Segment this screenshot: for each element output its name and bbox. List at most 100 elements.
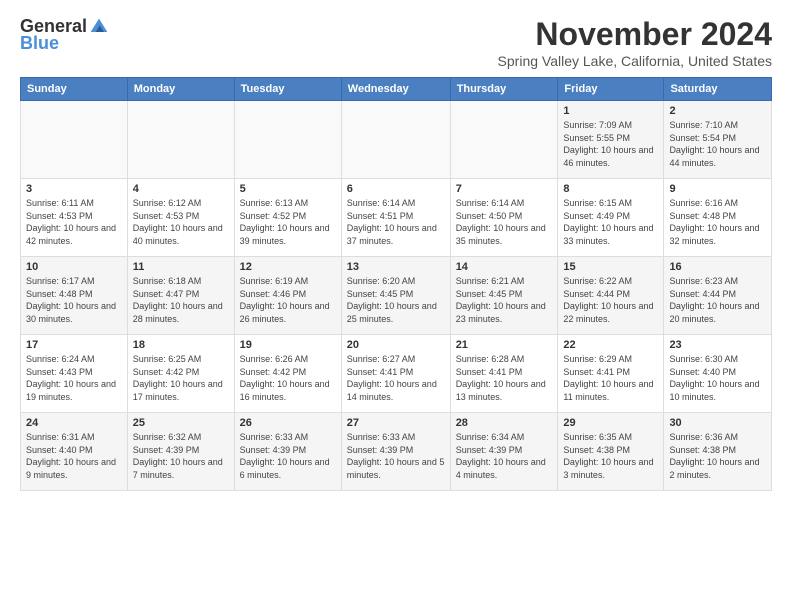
day-header-sunday: Sunday [21, 78, 128, 101]
calendar-cell: 11 Sunrise: 6:18 AM Sunset: 4:47 PM Dayli… [127, 257, 234, 335]
day-info: Sunrise: 6:17 AM Sunset: 4:48 PM Dayligh… [26, 276, 116, 324]
logo-icon [89, 17, 109, 37]
day-number: 22 [563, 339, 658, 351]
day-info: Sunrise: 6:19 AM Sunset: 4:46 PM Dayligh… [240, 276, 330, 324]
day-info: Sunrise: 6:32 AM Sunset: 4:39 PM Dayligh… [133, 432, 223, 480]
title-area: November 2024 Spring Valley Lake, Califo… [498, 16, 772, 69]
day-info: Sunrise: 6:26 AM Sunset: 4:42 PM Dayligh… [240, 354, 330, 402]
calendar-cell: 6 Sunrise: 6:14 AM Sunset: 4:51 PM Daylig… [341, 179, 450, 257]
calendar-cell: 29 Sunrise: 6:35 AM Sunset: 4:38 PM Dayli… [558, 413, 664, 491]
calendar-week-2: 3 Sunrise: 6:11 AM Sunset: 4:53 PM Daylig… [21, 179, 772, 257]
day-info: Sunrise: 6:22 AM Sunset: 4:44 PM Dayligh… [563, 276, 653, 324]
calendar-cell: 13Sunrise: 6:20 AM Sunset: 4:45 PM Dayli… [341, 257, 450, 335]
calendar-cell: 16 Sunrise: 6:23 AM Sunset: 4:44 PM Dayli… [664, 257, 772, 335]
day-info: Sunrise: 6:25 AM Sunset: 4:42 PM Dayligh… [133, 354, 223, 402]
calendar-cell: 23 Sunrise: 6:30 AM Sunset: 4:40 PM Dayli… [664, 335, 772, 413]
calendar-cell: 19 Sunrise: 6:26 AM Sunset: 4:42 PM Dayli… [234, 335, 341, 413]
day-info: Sunrise: 6:12 AM Sunset: 4:53 PM Dayligh… [133, 198, 223, 246]
day-info: Sunrise: 6:18 AM Sunset: 4:47 PM Dayligh… [133, 276, 223, 324]
day-number: 15 [563, 261, 658, 273]
calendar-cell: 21 Sunrise: 6:28 AM Sunset: 4:41 PM Dayli… [450, 335, 558, 413]
day-number: 12 [240, 261, 336, 273]
calendar-cell: 15 Sunrise: 6:22 AM Sunset: 4:44 PM Dayli… [558, 257, 664, 335]
day-number: 29 [563, 417, 658, 429]
calendar-cell [127, 101, 234, 179]
day-number: 11 [133, 261, 229, 273]
day-info: Sunrise: 6:28 AM Sunset: 4:41 PM Dayligh… [456, 354, 546, 402]
calendar-cell: 27 Sunrise: 6:33 AM Sunset: 4:39 PM Dayli… [341, 413, 450, 491]
day-info: Sunrise: 6:13 AM Sunset: 4:52 PM Dayligh… [240, 198, 330, 246]
day-number: 18 [133, 339, 229, 351]
calendar-body: 1Sunrise: 7:09 AM Sunset: 5:55 PM Daylig… [21, 101, 772, 491]
day-number: 8 [563, 183, 658, 195]
calendar-cell [21, 101, 128, 179]
calendar-cell: 22Sunrise: 6:29 AM Sunset: 4:41 PM Dayli… [558, 335, 664, 413]
calendar-table: SundayMondayTuesdayWednesdayThursdayFrid… [20, 77, 772, 491]
calendar-cell: 12 Sunrise: 6:19 AM Sunset: 4:46 PM Dayli… [234, 257, 341, 335]
day-number: 6 [347, 183, 445, 195]
day-number: 19 [240, 339, 336, 351]
calendar-cell [450, 101, 558, 179]
page-header: General Blue November 2024 Spring Valley… [20, 16, 772, 69]
day-header-tuesday: Tuesday [234, 78, 341, 101]
day-number: 27 [347, 417, 445, 429]
day-header-friday: Friday [558, 78, 664, 101]
day-number: 21 [456, 339, 553, 351]
month-title: November 2024 [498, 16, 772, 53]
day-number: 25 [133, 417, 229, 429]
logo: General Blue [20, 16, 109, 54]
day-number: 23 [669, 339, 766, 351]
day-number: 4 [133, 183, 229, 195]
day-number: 13 [347, 261, 445, 273]
day-header-monday: Monday [127, 78, 234, 101]
calendar-cell: 17Sunrise: 6:24 AM Sunset: 4:43 PM Dayli… [21, 335, 128, 413]
calendar-week-5: 24Sunrise: 6:31 AM Sunset: 4:40 PM Dayli… [21, 413, 772, 491]
day-info: Sunrise: 7:10 AM Sunset: 5:54 PM Dayligh… [669, 120, 759, 168]
day-number: 2 [669, 105, 766, 117]
calendar-cell: 1Sunrise: 7:09 AM Sunset: 5:55 PM Daylig… [558, 101, 664, 179]
day-number: 30 [669, 417, 766, 429]
day-info: Sunrise: 6:30 AM Sunset: 4:40 PM Dayligh… [669, 354, 759, 402]
day-info: Sunrise: 6:23 AM Sunset: 4:44 PM Dayligh… [669, 276, 759, 324]
day-info: Sunrise: 6:27 AM Sunset: 4:41 PM Dayligh… [347, 354, 437, 402]
day-info: Sunrise: 6:11 AM Sunset: 4:53 PM Dayligh… [26, 198, 116, 246]
calendar-cell: 4 Sunrise: 6:12 AM Sunset: 4:53 PM Daylig… [127, 179, 234, 257]
calendar-week-4: 17Sunrise: 6:24 AM Sunset: 4:43 PM Dayli… [21, 335, 772, 413]
day-header-thursday: Thursday [450, 78, 558, 101]
day-number: 10 [26, 261, 122, 273]
calendar-cell: 3 Sunrise: 6:11 AM Sunset: 4:53 PM Daylig… [21, 179, 128, 257]
calendar-cell: 2 Sunrise: 7:10 AM Sunset: 5:54 PM Daylig… [664, 101, 772, 179]
logo-blue-text: Blue [20, 33, 59, 54]
day-info: Sunrise: 6:33 AM Sunset: 4:39 PM Dayligh… [347, 432, 445, 480]
day-info: Sunrise: 6:14 AM Sunset: 4:50 PM Dayligh… [456, 198, 546, 246]
day-info: Sunrise: 6:16 AM Sunset: 4:48 PM Dayligh… [669, 198, 759, 246]
calendar-cell: 28Sunrise: 6:34 AM Sunset: 4:39 PM Dayli… [450, 413, 558, 491]
day-info: Sunrise: 6:33 AM Sunset: 4:39 PM Dayligh… [240, 432, 330, 480]
day-info: Sunrise: 6:36 AM Sunset: 4:38 PM Dayligh… [669, 432, 759, 480]
day-number: 5 [240, 183, 336, 195]
day-number: 28 [456, 417, 553, 429]
day-number: 24 [26, 417, 122, 429]
calendar-cell: 25 Sunrise: 6:32 AM Sunset: 4:39 PM Dayli… [127, 413, 234, 491]
calendar-cell: 20 Sunrise: 6:27 AM Sunset: 4:41 PM Dayli… [341, 335, 450, 413]
calendar-cell: 14Sunrise: 6:21 AM Sunset: 4:45 PM Dayli… [450, 257, 558, 335]
calendar-cell: 7Sunrise: 6:14 AM Sunset: 4:50 PM Daylig… [450, 179, 558, 257]
day-number: 16 [669, 261, 766, 273]
calendar-cell: 10 Sunrise: 6:17 AM Sunset: 4:48 PM Dayli… [21, 257, 128, 335]
calendar-header-row: SundayMondayTuesdayWednesdayThursdayFrid… [21, 78, 772, 101]
calendar-cell [234, 101, 341, 179]
day-info: Sunrise: 7:09 AM Sunset: 5:55 PM Dayligh… [563, 120, 653, 168]
day-number: 17 [26, 339, 122, 351]
day-header-saturday: Saturday [664, 78, 772, 101]
day-number: 14 [456, 261, 553, 273]
calendar-cell: 18 Sunrise: 6:25 AM Sunset: 4:42 PM Dayli… [127, 335, 234, 413]
calendar-cell: 8 Sunrise: 6:15 AM Sunset: 4:49 PM Daylig… [558, 179, 664, 257]
day-header-wednesday: Wednesday [341, 78, 450, 101]
day-number: 3 [26, 183, 122, 195]
day-info: Sunrise: 6:15 AM Sunset: 4:49 PM Dayligh… [563, 198, 653, 246]
calendar-cell: 9Sunrise: 6:16 AM Sunset: 4:48 PM Daylig… [664, 179, 772, 257]
calendar-cell [341, 101, 450, 179]
day-info: Sunrise: 6:14 AM Sunset: 4:51 PM Dayligh… [347, 198, 437, 246]
day-number: 20 [347, 339, 445, 351]
day-info: Sunrise: 6:35 AM Sunset: 4:38 PM Dayligh… [563, 432, 653, 480]
